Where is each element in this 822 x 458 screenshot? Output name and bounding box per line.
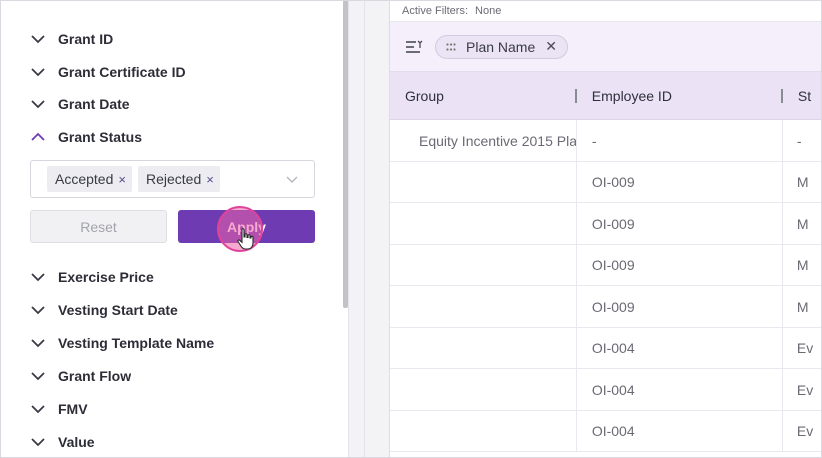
filter-grant-flow[interactable]: Grant Flow	[30, 364, 131, 388]
column-header-group[interactable]: Group	[390, 72, 577, 120]
chevron-down-icon	[30, 269, 46, 285]
table-row[interactable]: OI-009 M	[390, 203, 822, 245]
selected-tag-rejected: Rejected ×	[137, 166, 220, 192]
employee-id-cell: OI-004	[577, 369, 783, 410]
grant-status-select[interactable]: Accepted × Rejected ×	[30, 160, 315, 198]
employee-id-cell: OI-009	[577, 203, 783, 244]
filter-grant-status[interactable]: Grant Status	[30, 125, 142, 149]
column-header-truncated[interactable]: St	[783, 72, 822, 120]
employee-id-cell: OI-004	[577, 410, 783, 452]
reset-button[interactable]: Reset	[30, 210, 167, 243]
chevron-down-icon	[30, 31, 46, 47]
group-chip-plan-name[interactable]: Plan Name ✕	[435, 34, 568, 59]
filter-label: Grant Status	[58, 129, 143, 145]
filter-label: Grant Certificate ID	[58, 64, 186, 80]
truncated-cell: M	[796, 298, 809, 315]
dropdown-arrow-icon[interactable]	[286, 173, 298, 185]
chevron-up-icon	[30, 129, 46, 145]
active-filters-bar: Active Filters: None	[390, 0, 822, 22]
remove-group-icon[interactable]: ✕	[545, 38, 557, 55]
table-row[interactable]: OI-004 Ev	[390, 327, 822, 369]
active-filters-value: None	[475, 4, 502, 17]
column-header-label: Employee ID	[591, 87, 672, 104]
employee-id-cell: OI-004	[577, 327, 783, 369]
group-cell	[390, 244, 577, 286]
divider	[364, 0, 365, 458]
employee-id-cell: OI-009	[577, 244, 783, 286]
drag-handle-icon[interactable]	[446, 42, 456, 51]
column-header-employee-id[interactable]: Employee ID	[577, 72, 783, 120]
truncated-cell: -	[796, 132, 802, 149]
filter-label: Vesting Start Date	[58, 302, 178, 318]
filter-panel: Grant ID Grant Certificate ID Grant Date…	[0, 0, 349, 458]
group-cell	[390, 410, 577, 452]
group-cell	[390, 161, 577, 203]
table-row[interactable]: OI-004 Ev	[390, 410, 822, 452]
group-cell	[390, 286, 577, 327]
filter-label: Exercise Price	[58, 269, 154, 285]
truncated-cell: Ev	[796, 340, 814, 356]
chevron-down-icon	[30, 302, 46, 318]
tag-label: Accepted	[55, 171, 114, 187]
group-cell	[390, 203, 577, 244]
filter-grant-date[interactable]: Grant Date	[30, 92, 130, 116]
filter-grant-certificate-id[interactable]: Grant Certificate ID	[30, 60, 186, 84]
filter-panel-scrollbar[interactable]	[343, 0, 348, 308]
panel-gutter	[349, 0, 389, 458]
row-group-bar: Plan Name ✕	[390, 22, 822, 72]
filter-label: Vesting Template Name	[58, 335, 215, 351]
group-cell: Equity Incentive 2015 Pla	[390, 120, 577, 161]
chevron-down-icon	[30, 434, 46, 450]
active-filters-label: Active Filters:	[402, 4, 469, 17]
truncated-cell: M	[796, 257, 809, 273]
group-name: Equity Incentive 2015 Pla	[419, 132, 577, 149]
chevron-down-icon	[30, 368, 46, 384]
chevron-down-icon	[30, 64, 46, 80]
filter-fmv[interactable]: FMV	[30, 397, 88, 421]
column-header-label: St	[797, 87, 812, 104]
apply-button[interactable]: Apply	[178, 210, 315, 243]
table-row[interactable]: OI-009 M	[390, 244, 822, 286]
filter-exercise-price[interactable]: Exercise Price	[30, 265, 154, 289]
employee-id-cell: OI-009	[577, 286, 783, 327]
filter-label: Grant Date	[58, 96, 130, 112]
chevron-down-icon	[30, 401, 46, 417]
truncated-cell: Ev	[796, 423, 814, 439]
column-header-label: Group	[405, 87, 444, 104]
table-row[interactable]: OI-004 Ev	[390, 369, 822, 411]
group-cell	[390, 369, 577, 410]
filter-label: FMV	[58, 401, 88, 417]
filter-label: Grant Flow	[58, 368, 132, 384]
remove-tag-icon[interactable]: ×	[206, 172, 214, 187]
tag-label: Rejected	[145, 171, 202, 187]
filter-label: Grant ID	[58, 31, 114, 47]
employee-id-cell: OI-009	[577, 161, 783, 203]
filter-value[interactable]: Value	[30, 430, 95, 454]
table-row[interactable]: OI-009 M	[390, 161, 822, 203]
group-row[interactable]: Equity Incentive 2015 Pla - -	[390, 120, 822, 162]
filter-vesting-start-date[interactable]: Vesting Start Date	[30, 298, 178, 322]
filter-label: Value	[58, 434, 95, 450]
selected-tag-accepted: Accepted ×	[47, 166, 132, 192]
data-grid: Active Filters: None Plan Name ✕ Group E…	[389, 0, 822, 458]
truncated-cell: M	[796, 215, 809, 232]
filter-grant-id[interactable]: Grant ID	[30, 27, 113, 51]
table-header: Group Employee ID St	[390, 72, 822, 120]
group-chip-label: Plan Name	[466, 38, 536, 55]
truncated-cell: M	[796, 174, 809, 190]
employee-id-cell: -	[577, 120, 783, 161]
truncated-cell: Ev	[796, 381, 814, 398]
group-cell	[390, 327, 577, 369]
chevron-down-icon	[30, 96, 46, 112]
remove-tag-icon[interactable]: ×	[118, 172, 126, 187]
group-by-icon[interactable]	[405, 40, 423, 54]
filter-vesting-template-name[interactable]: Vesting Template Name	[30, 331, 214, 355]
table-row[interactable]: OI-009 M	[390, 286, 822, 328]
chevron-down-icon	[30, 335, 46, 351]
